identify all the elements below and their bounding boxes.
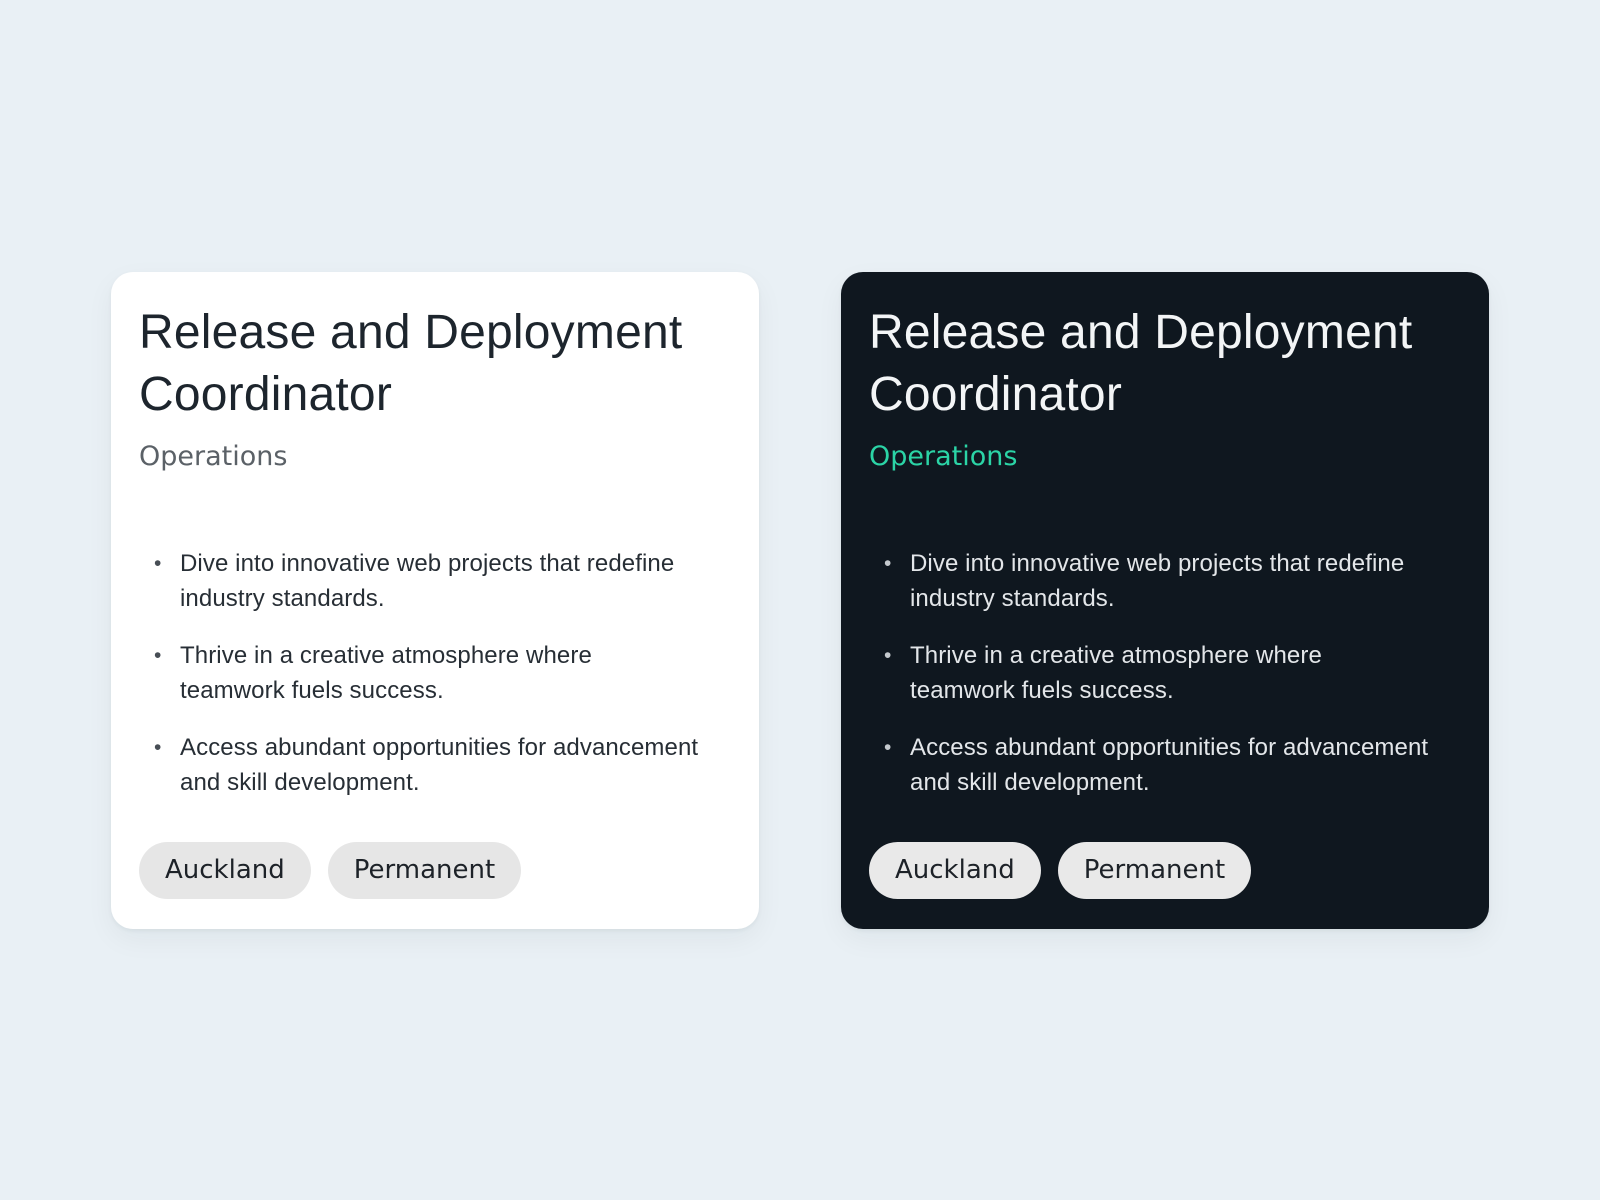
bullet-icon: • <box>884 551 892 575</box>
job-title: Release and Deployment Coordinator <box>139 305 683 421</box>
job-highlight-text: Dive into innovative web projects that r… <box>910 549 1405 612</box>
tag-employment-type: Permanent <box>1057 841 1252 899</box>
bullet-icon: • <box>154 551 162 575</box>
job-highlight-text: Access abundant opportunities for advanc… <box>910 733 1429 796</box>
job-department: Operations <box>869 440 1018 472</box>
tag-row: Auckland Permanent <box>139 841 731 899</box>
tag-employment-type: Permanent <box>327 841 522 899</box>
job-highlight-item: • Dive into innovative web projects that… <box>139 546 699 616</box>
bullet-icon: • <box>154 643 162 667</box>
job-card-light[interactable]: Release and Deployment Coordinator Opera… <box>111 271 759 929</box>
job-highlight-text: Thrive in a creative atmosphere where te… <box>180 641 592 704</box>
tag-location: Auckland <box>139 841 311 899</box>
job-highlight-text: Dive into innovative web projects that r… <box>180 549 675 612</box>
job-highlight-item: • Access abundant opportunities for adva… <box>869 730 1429 800</box>
job-highlight-item: • Dive into innovative web projects that… <box>869 546 1429 616</box>
job-title: Release and Deployment Coordinator <box>869 305 1413 421</box>
page-background: { "page": { "background_color": "#e9f0f5… <box>0 0 1600 1200</box>
tag-location: Auckland <box>869 841 1041 899</box>
job-card-dark[interactable]: Release and Deployment Coordinator Opera… <box>841 271 1489 929</box>
job-highlights-list: • Dive into innovative web projects that… <box>139 546 731 800</box>
bullet-icon: • <box>154 735 162 759</box>
job-highlight-text: Access abundant opportunities for advanc… <box>180 733 699 796</box>
bullet-icon: • <box>884 643 892 667</box>
job-highlights-list: • Dive into innovative web projects that… <box>869 546 1461 800</box>
job-highlight-text: Thrive in a creative atmosphere where te… <box>910 641 1322 704</box>
bullet-icon: • <box>884 735 892 759</box>
job-highlight-item: • Thrive in a creative atmosphere where … <box>869 638 1429 708</box>
job-department: Operations <box>139 440 288 472</box>
tag-row: Auckland Permanent <box>869 841 1461 899</box>
job-highlight-item: • Thrive in a creative atmosphere where … <box>139 638 699 708</box>
job-highlight-item: • Access abundant opportunities for adva… <box>139 730 699 800</box>
